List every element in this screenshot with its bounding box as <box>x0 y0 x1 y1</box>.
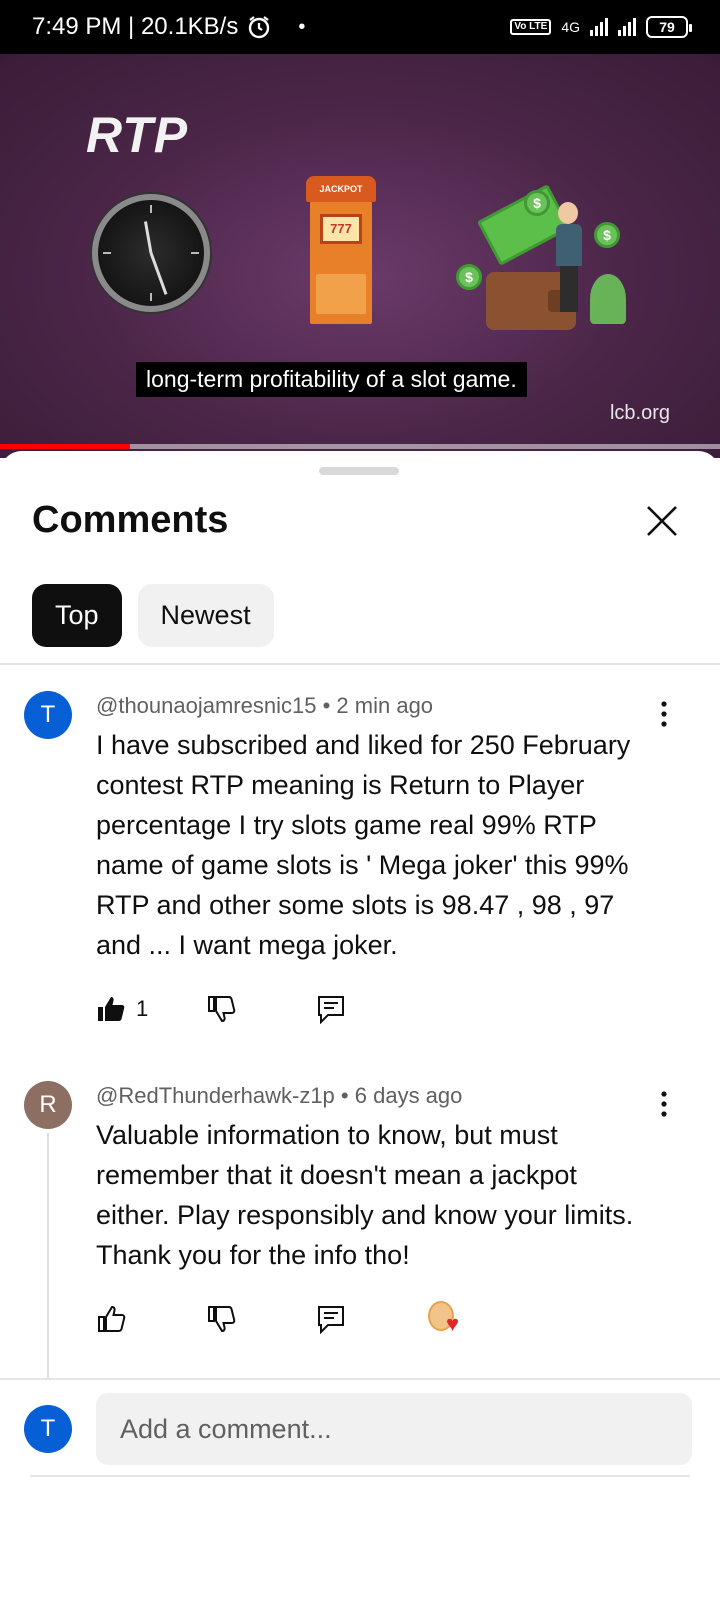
signal-icon-sim2 <box>618 18 636 36</box>
status-right: Vo LTE 4G 79 <box>510 16 692 38</box>
status-time-speed: 7:49 PM | 20.1KB/s <box>32 13 239 40</box>
like-button[interactable]: 1 <box>96 993 206 1025</box>
more-vert-icon[interactable] <box>658 1089 670 1119</box>
divider <box>0 663 720 665</box>
tab-top[interactable]: Top <box>32 584 122 647</box>
coin-icon: $ <box>456 264 482 290</box>
video-progress-fill <box>0 444 130 449</box>
comment-time: 2 min ago <box>336 693 434 718</box>
slot-machine-label: JACKPOT <box>306 176 376 202</box>
video-watermark: lcb.org <box>609 402 670 424</box>
network-type: 4G <box>561 19 580 35</box>
plant-illustration <box>590 274 626 324</box>
status-left: 7:49 PM | 20.1KB/s • <box>32 13 305 41</box>
comment-text: I have subscribed and liked for 250 Febr… <box>96 730 631 960</box>
divider <box>0 1378 720 1380</box>
comment-meta: @thounaojamresnic15 • 2 min ago <box>96 693 433 719</box>
person-illustration <box>556 202 582 314</box>
comment-author[interactable]: @RedThunderhawk-z1p <box>96 1083 335 1108</box>
more-vert-icon[interactable] <box>658 699 670 729</box>
coin-icon: $ <box>594 222 620 248</box>
reply-icon <box>318 1306 344 1334</box>
comments-sheet: Comments Top Newest T @thounaojamresnic1… <box>0 451 720 1600</box>
reply-icon <box>318 996 344 1024</box>
notification-dot: • <box>298 15 306 38</box>
dislike-button[interactable] <box>206 993 316 1025</box>
slot-machine-reels: 777 <box>320 214 362 244</box>
thumb-down-icon <box>208 996 236 1023</box>
like-count: 1 <box>136 996 149 1021</box>
avatar[interactable]: R <box>24 1081 72 1129</box>
tab-newest[interactable]: Newest <box>137 584 274 647</box>
battery-level: 79 <box>659 19 675 35</box>
drag-handle[interactable] <box>319 467 399 475</box>
meta-separator: • <box>322 693 337 718</box>
comment-meta: @RedThunderhawk-z1p • 6 days ago <box>96 1083 462 1109</box>
slot-machine-illustration: JACKPOT 777 <box>306 176 376 324</box>
current-user-avatar: T <box>24 1405 72 1453</box>
like-button[interactable] <box>96 1303 206 1335</box>
video-progress-bar[interactable] <box>0 444 720 449</box>
divider <box>30 1475 690 1477</box>
avatar[interactable]: T <box>24 691 72 739</box>
dislike-button[interactable] <box>206 1303 316 1335</box>
reply-button[interactable] <box>316 1303 426 1335</box>
video-overlay-title: RTP <box>86 107 189 163</box>
close-icon[interactable] <box>644 503 680 539</box>
add-comment-input[interactable]: Add a comment... <box>96 1393 692 1465</box>
meta-separator: • <box>340 1083 355 1108</box>
comment-author[interactable]: @thounaojamresnic15 <box>96 693 316 718</box>
comment-text: Valuable information to know, but must r… <box>96 1120 634 1270</box>
comment-time: 6 days ago <box>354 1083 463 1108</box>
signal-icon-sim1 <box>590 18 608 36</box>
comment-actions: 1 <box>96 993 426 1025</box>
video-player[interactable]: RTP JACKPOT 777 $ $ $ long-term profitab… <box>0 54 720 458</box>
thumb-down-icon <box>208 1306 236 1333</box>
status-bar: 7:49 PM | 20.1KB/s • Vo LTE 4G 79 <box>0 0 720 54</box>
thumb-up-filled-icon <box>98 997 125 1021</box>
reply-button[interactable] <box>316 993 426 1025</box>
comment-actions: ♥ <box>96 1301 536 1337</box>
creator-heart-badge[interactable]: ♥ <box>426 1301 536 1337</box>
reply-thread-line <box>47 1133 49 1379</box>
battery-icon: 79 <box>646 16 692 38</box>
clock-illustration <box>92 194 210 312</box>
creator-heart-icon: ♥ <box>426 1301 466 1337</box>
thumb-up-icon <box>98 1305 126 1332</box>
sort-chips: Top Newest <box>32 584 274 647</box>
alarm-icon <box>249 16 270 39</box>
comments-title: Comments <box>32 499 229 541</box>
coin-icon: $ <box>524 190 550 216</box>
video-caption: long-term profitability of a slot game. <box>136 362 527 397</box>
volte-icon: Vo LTE <box>510 19 552 35</box>
